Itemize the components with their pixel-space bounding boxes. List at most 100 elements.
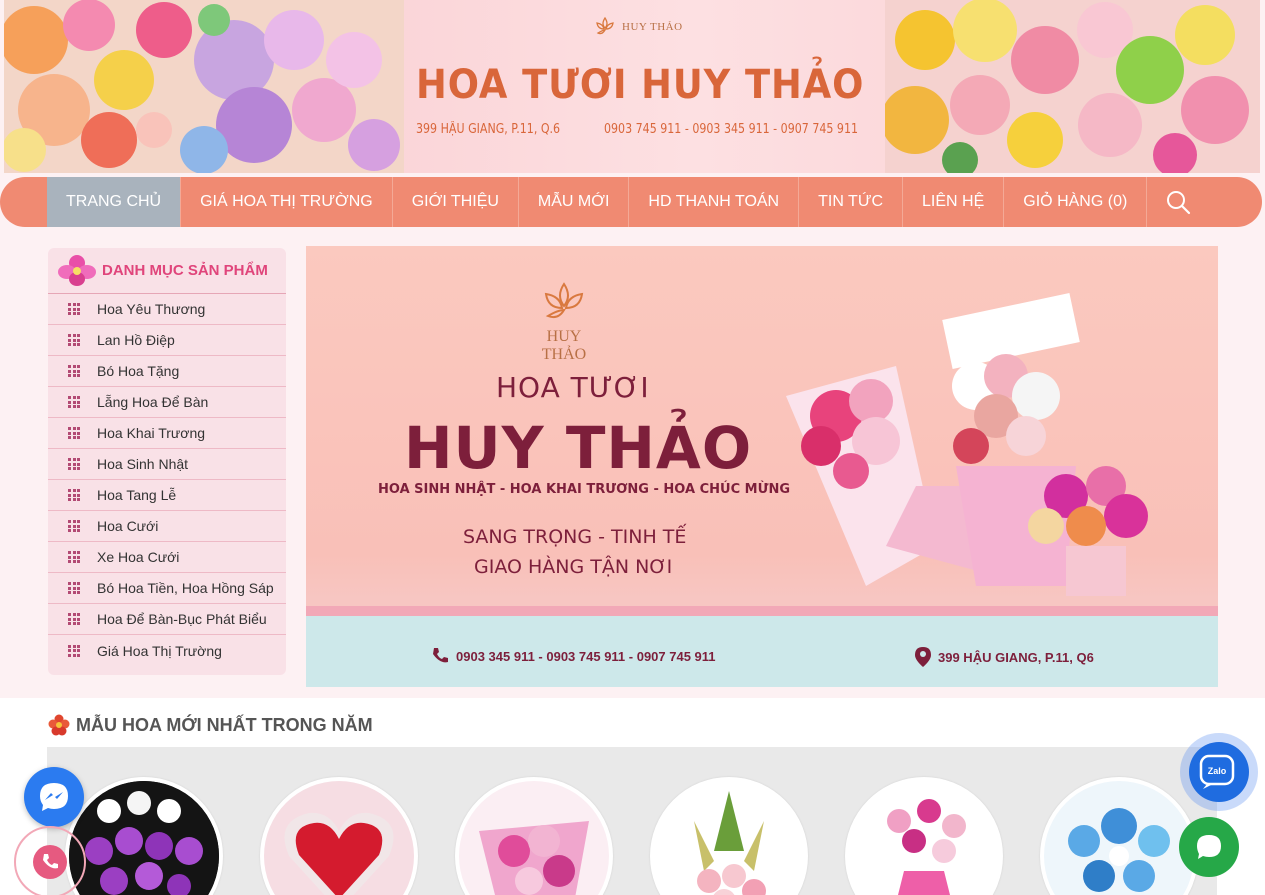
brand-address: 399 HẬU GIANG, P.11, Q.6 xyxy=(416,122,561,137)
hero-logo-line2: THẢO xyxy=(541,346,587,363)
sidebar-item-wedding[interactable]: Hoa Cưới xyxy=(48,511,286,542)
hero-subtitle: HOA TƯƠI xyxy=(496,371,650,404)
product-image-opening-stand xyxy=(849,781,999,895)
grid-icon xyxy=(68,396,80,408)
grid-icon xyxy=(68,427,80,439)
section-header: MẪU HOA MỚI NHẤT TRONG NĂM xyxy=(48,714,373,736)
brand-title: HOA TƯƠI HUY THẢO xyxy=(416,62,865,108)
sidebar-item-podium[interactable]: Hoa Để Bàn-Bục Phát Biểu xyxy=(48,604,286,635)
nav-item-payment-guide[interactable]: HD THANH TOÁN xyxy=(629,177,800,227)
sidebar-item-label: Hoa Sinh Nhật xyxy=(97,456,189,472)
sidebar-item-gift-bouquets[interactable]: Bó Hoa Tặng xyxy=(48,356,286,387)
grid-icon xyxy=(68,458,80,470)
grid-icon xyxy=(68,303,80,315)
search-button[interactable] xyxy=(1147,177,1209,227)
category-sidebar: DANH MỤC SẢN PHẨM Hoa Yêu Thương Lan Hồ … xyxy=(48,248,286,675)
grid-icon xyxy=(68,551,80,563)
call-button[interactable] xyxy=(14,826,86,895)
logo-small[interactable]: HUY THẢO xyxy=(592,14,683,40)
phone-icon xyxy=(433,648,448,663)
nav-item-about[interactable]: GIỚI THIỆU xyxy=(393,177,519,227)
nav-item-home[interactable]: TRANG CHỦ xyxy=(47,177,182,227)
hero-bouquet-image xyxy=(786,293,1148,596)
product-card[interactable] xyxy=(260,777,418,895)
logo-flower-icon xyxy=(544,282,584,319)
logo-flower-icon xyxy=(596,16,614,35)
sidebar-item-label: Giá Hoa Thị Trường xyxy=(97,642,222,659)
sidebar-title: DANH MỤC SẢN PHẨM xyxy=(102,262,268,279)
hero-logo: HUY THẢO xyxy=(532,280,596,363)
hero-phone-text: 0903 345 911 - 0903 745 911 - 0907 745 9… xyxy=(456,648,716,664)
sidebar-item-label: Hoa Yêu Thương xyxy=(97,301,206,317)
product-card[interactable] xyxy=(65,777,223,895)
grid-icon xyxy=(68,520,80,532)
orchid-icon xyxy=(58,254,96,286)
flowers-left-image xyxy=(4,0,404,173)
product-card[interactable] xyxy=(455,777,613,895)
product-card[interactable] xyxy=(1040,777,1198,895)
sidebar-item-label: Hoa Cưới xyxy=(97,518,159,534)
hero-tagline: HOA SINH NHẬT - HOA KHAI TRƯƠNG - HOA CH… xyxy=(378,482,790,497)
hero-stripe xyxy=(306,606,1218,616)
zalo-icon: Zalo xyxy=(1199,754,1235,789)
sidebar-item-label: Hoa Tang Lễ xyxy=(97,487,177,503)
sidebar-item-label: Hoa Để Bàn-Bục Phát Biểu xyxy=(97,611,267,627)
hero-logo-line1: HUY xyxy=(546,328,582,345)
logo-small-text: HUY THẢO xyxy=(622,21,683,33)
grid-icon xyxy=(68,582,80,594)
sidebar-item-wedding-car[interactable]: Xe Hoa Cưới xyxy=(48,542,286,573)
product-card[interactable] xyxy=(845,777,1003,895)
sidebar-item-label: Bó Hoa Tặng xyxy=(97,363,180,379)
sidebar-item-love-flowers[interactable]: Hoa Yêu Thương xyxy=(48,294,286,325)
header-banner[interactable]: HUY THẢO HOA TƯƠI HUY THẢO 399 HẬU GIANG… xyxy=(4,0,1260,173)
nav-item-new-designs[interactable]: MẪU MỚI xyxy=(519,177,630,227)
product-card[interactable] xyxy=(650,777,808,895)
zalo-button-inner: Zalo xyxy=(1189,742,1249,802)
flower-icon xyxy=(48,714,70,736)
zalo-button[interactable]: Zalo xyxy=(1180,733,1258,811)
sidebar-item-opening[interactable]: Hoa Khai Trương xyxy=(48,418,286,449)
hero-slogan-2: GIAO HÀNG TẬN NƠI xyxy=(474,556,673,578)
hero-address[interactable]: 399 HẬU GIANG, P.11, Q6 xyxy=(914,646,1094,668)
chat-button[interactable] xyxy=(1179,817,1239,877)
messenger-button[interactable] xyxy=(24,767,84,827)
nav-item-cart[interactable]: GIỎ HÀNG (0) xyxy=(1004,177,1148,227)
sidebar-item-label: Bó Hoa Tiền, Hoa Hồng Sáp xyxy=(97,580,274,596)
grid-icon xyxy=(68,644,80,657)
nav-item-news[interactable]: TIN TỨC xyxy=(799,177,904,227)
sidebar-item-funeral[interactable]: Hoa Tang Lễ xyxy=(48,480,286,511)
products-carousel xyxy=(47,747,1217,895)
location-pin-icon xyxy=(915,647,931,667)
sidebar-header: DANH MỤC SẢN PHẨM xyxy=(48,248,286,294)
zalo-label: Zalo xyxy=(1208,766,1227,776)
sidebar-item-birthday[interactable]: Hoa Sinh Nhật xyxy=(48,449,286,480)
sidebar-item-market-price[interactable]: Giá Hoa Thị Trường xyxy=(48,635,286,666)
hero-phone[interactable]: 0903 345 911 - 0903 745 911 - 0907 745 9… xyxy=(430,646,716,666)
hero-banner[interactable]: HUY THẢO HOA TƯƠI HUY THẢO HOA SINH NHẬT… xyxy=(306,246,1218,687)
nav-item-contact[interactable]: LIÊN HỆ xyxy=(903,177,1005,227)
main-nav: TRANG CHỦ GIÁ HOA THỊ TRƯỜNG GIỚI THIỆU … xyxy=(0,177,1262,227)
sidebar-item-label: Hoa Khai Trương xyxy=(97,425,206,441)
chat-bubble-icon xyxy=(1197,835,1221,859)
sidebar-item-label: Lan Hồ Điệp xyxy=(97,332,175,348)
sidebar-item-orchids[interactable]: Lan Hồ Điệp xyxy=(48,325,286,356)
call-button-inner xyxy=(33,845,67,879)
product-image-pink-bouquet xyxy=(459,781,609,895)
sidebar-item-label: Lẵng Hoa Để Bàn xyxy=(97,394,209,410)
sidebar-item-table-baskets[interactable]: Lẵng Hoa Để Bàn xyxy=(48,387,286,418)
grid-icon xyxy=(68,613,80,625)
sidebar-item-label: Xe Hoa Cưới xyxy=(97,549,180,565)
sidebar-item-money-bouquet[interactable]: Bó Hoa Tiền, Hoa Hồng Sáp xyxy=(48,573,286,604)
hero-slogan-1: SANG TRỌNG - TINH TẾ xyxy=(463,526,687,548)
product-image-green-bouquet xyxy=(654,781,804,895)
phone-icon xyxy=(43,854,58,869)
section-title: MẪU HOA MỚI NHẤT TRONG NĂM xyxy=(76,714,373,735)
grid-icon xyxy=(68,489,80,501)
product-image-orchid xyxy=(69,781,219,895)
search-icon xyxy=(1167,191,1191,215)
nav-item-market-price[interactable]: GIÁ HOA THỊ TRƯỜNG xyxy=(181,177,393,227)
product-image-heart-roses xyxy=(264,781,414,895)
grid-icon xyxy=(68,334,80,346)
grid-icon xyxy=(68,365,80,377)
product-image-blue-bouquet xyxy=(1044,781,1194,895)
